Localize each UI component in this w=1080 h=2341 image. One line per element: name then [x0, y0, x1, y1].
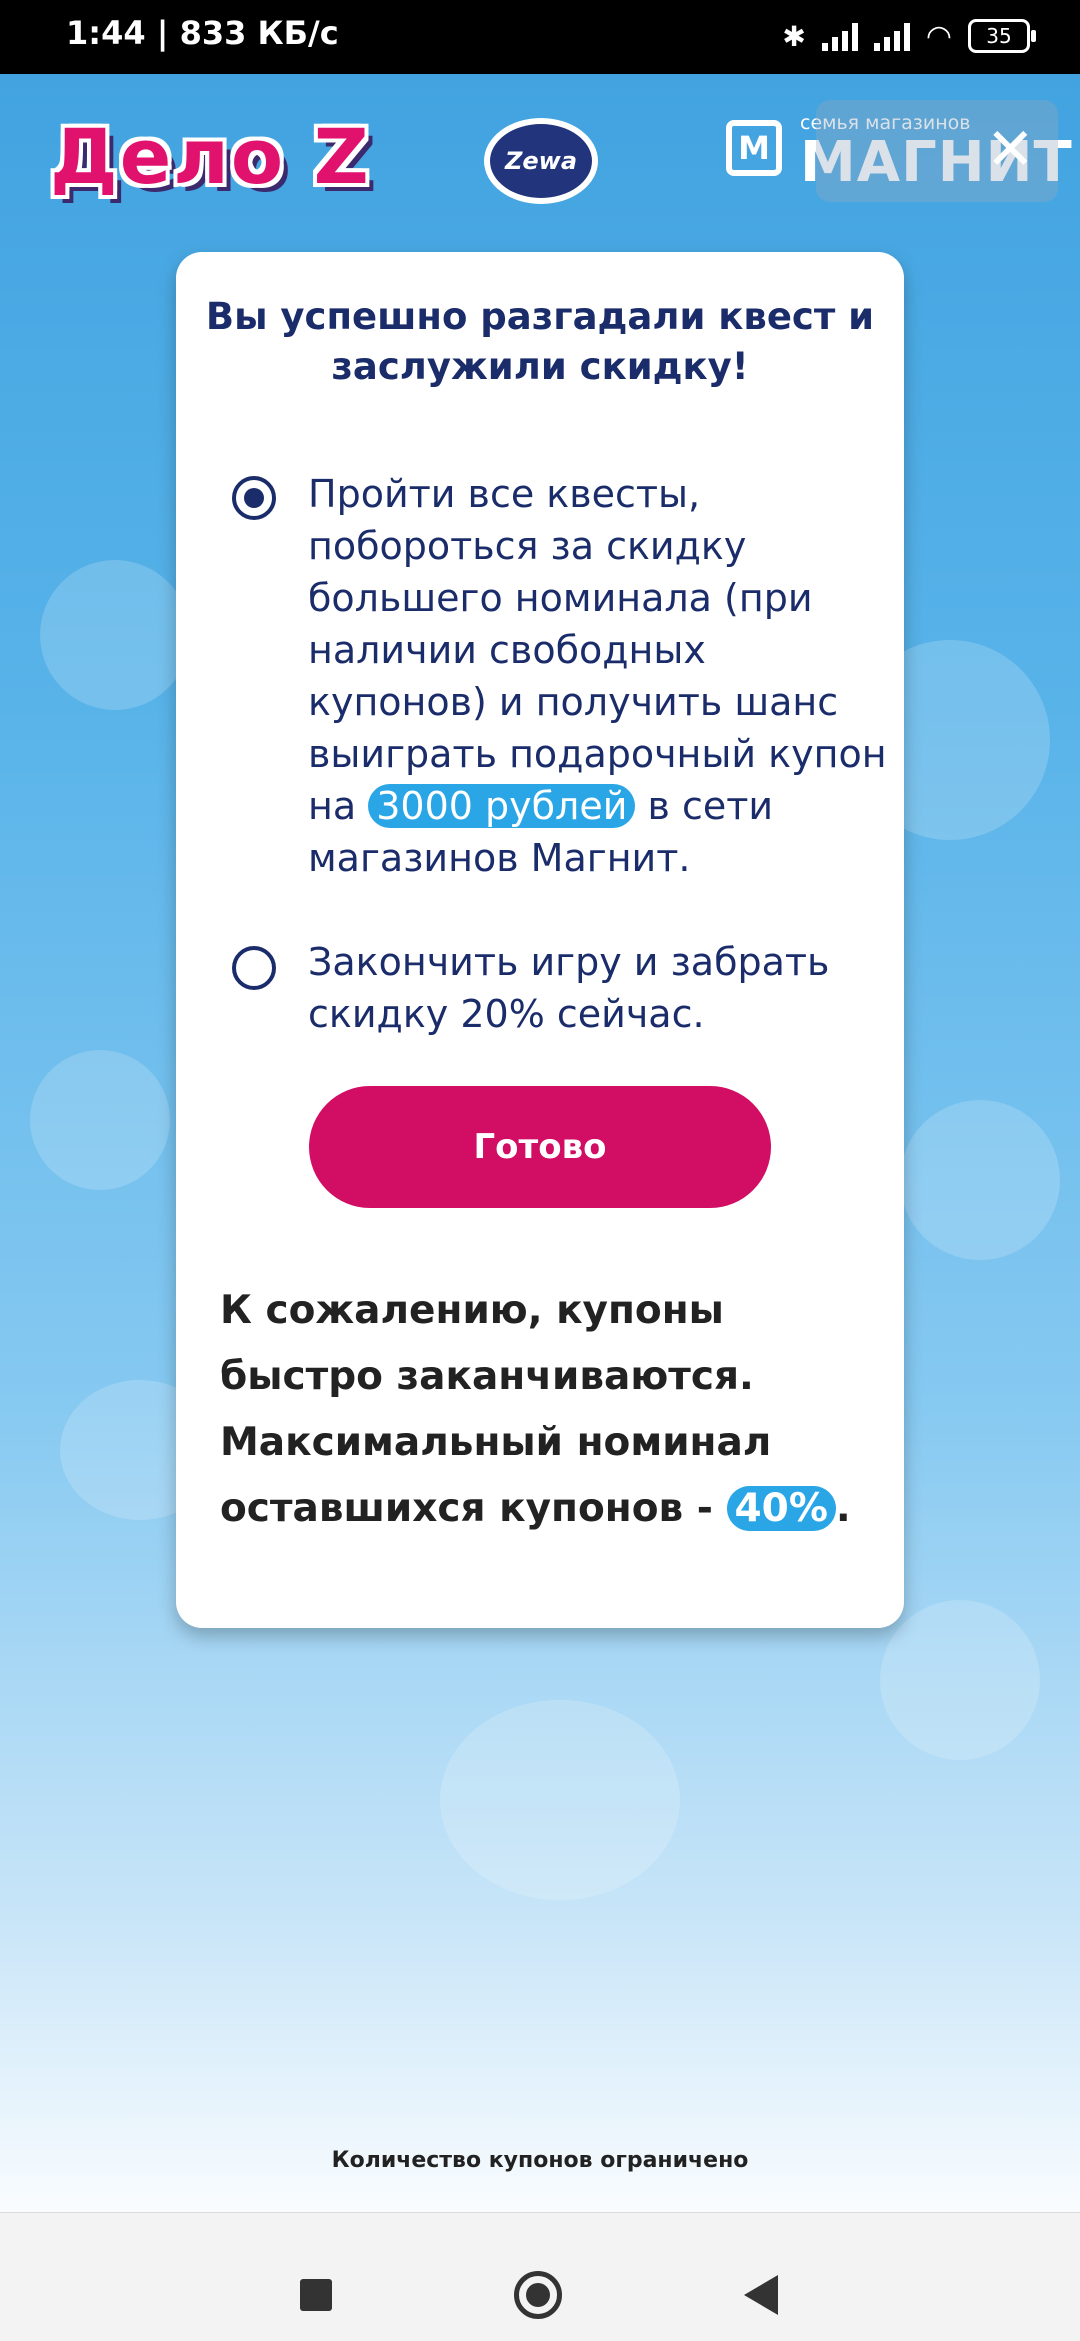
zewa-logo: Zewa — [484, 118, 598, 204]
signal-icon — [821, 21, 858, 51]
status-icons: ✱ ◠ 35 — [782, 14, 1036, 58]
status-time: 1:44 | 833 КБ/с — [66, 14, 339, 52]
wifi-icon: ◠ — [925, 18, 952, 54]
radio-selected-icon[interactable] — [232, 476, 276, 520]
close-button[interactable]: ✕ — [816, 100, 1058, 202]
option-finish-game[interactable]: Закончить игру и забрать скидку 20% сейч… — [232, 936, 872, 1046]
signal-icon-2 — [873, 21, 910, 51]
done-button[interactable]: Готово — [309, 1086, 771, 1208]
system-nav-bar — [0, 2212, 1080, 2341]
option-finish-text: Закончить игру и забрать скидку 20% сейч… — [308, 940, 830, 1036]
home-icon[interactable] — [514, 2271, 562, 2319]
coupon-warning: К сожалению, купоны быстро заканчиваются… — [220, 1288, 851, 1531]
option-continue-text: Пройти все квесты, побороться за скидку … — [308, 472, 887, 880]
card-title: Вы успешно разгадали квест и заслужили с… — [205, 295, 875, 388]
option-continue-quests[interactable]: Пройти все квесты, побороться за скидку … — [232, 468, 887, 880]
battery-icon: 35 — [968, 19, 1036, 53]
prize-highlight: 3000 рублей — [368, 784, 636, 828]
radio-unselected-icon[interactable] — [232, 946, 276, 990]
bluetooth-icon: ✱ — [782, 19, 806, 53]
status-bar: 1:44 | 833 КБ/с ✱ ◠ 35 — [0, 0, 1080, 74]
coupon-limit-footer: Количество купонов ограничено — [331, 2148, 749, 2173]
back-icon[interactable] — [744, 2275, 778, 2315]
close-icon: ✕ — [986, 115, 1035, 183]
recent-apps-icon[interactable] — [300, 2279, 332, 2311]
magnit-icon: М — [726, 120, 782, 176]
quest-result-card: Вы успешно разгадали квест и заслужили с… — [176, 252, 904, 1628]
delo-z-logo: Дело Z — [50, 112, 371, 201]
max-discount-highlight: 40% — [726, 1486, 836, 1531]
